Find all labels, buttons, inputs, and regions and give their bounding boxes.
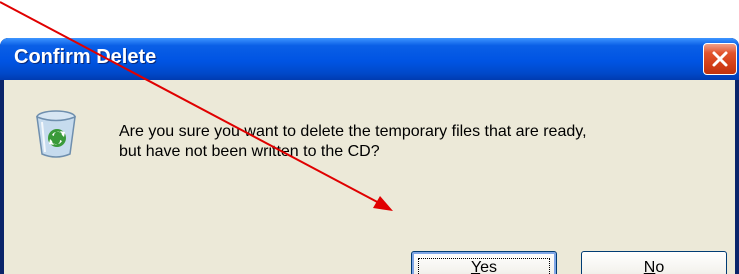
screenshot-canvas: Confirm Delete Are you sure you want to … bbox=[0, 0, 739, 274]
no-button-label: No bbox=[644, 259, 664, 274]
close-button[interactable] bbox=[703, 43, 737, 75]
message-line-1: Are you sure you want to delete the temp… bbox=[119, 123, 587, 140]
confirmation-message: Are you sure you want to delete the temp… bbox=[119, 122, 719, 162]
yes-button-label: Yes bbox=[471, 259, 497, 274]
message-line-2: but have not been written to the CD? bbox=[119, 143, 380, 160]
close-icon bbox=[712, 51, 728, 67]
title-bar[interactable]: Confirm Delete bbox=[0, 38, 739, 80]
dialog-title: Confirm Delete bbox=[14, 46, 157, 68]
yes-mnemonic: Y bbox=[470, 259, 481, 274]
no-mnemonic: N bbox=[643, 259, 656, 274]
dialog-body: Are you sure you want to delete the temp… bbox=[4, 80, 735, 274]
no-label-rest: o bbox=[655, 259, 665, 274]
confirm-delete-dialog: Confirm Delete Are you sure you want to … bbox=[0, 38, 739, 274]
recycle-bin-icon bbox=[36, 110, 76, 158]
yes-label-rest: es bbox=[480, 259, 498, 274]
no-button[interactable]: No bbox=[581, 251, 727, 274]
yes-button[interactable]: Yes bbox=[411, 251, 557, 274]
